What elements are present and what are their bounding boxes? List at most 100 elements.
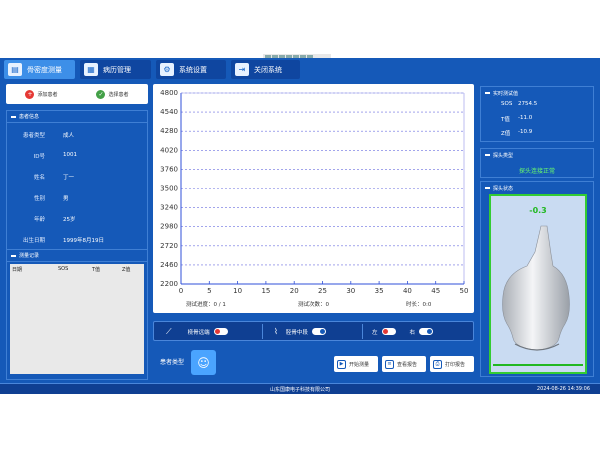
y-tick-label: 2200 (160, 280, 178, 288)
info-label: 出生日期 (22, 238, 45, 244)
y-tick-label: 3240 (160, 204, 178, 212)
y-tick-label: 2460 (160, 261, 178, 269)
info-row-type: 患者类型 成人 (7, 131, 147, 139)
records-table[interactable]: 日期 SOS T值 Z值 (10, 264, 144, 374)
play-icon: ▶ (337, 359, 346, 369)
printer-icon: ⎙ (433, 359, 442, 369)
switch-knob (319, 329, 325, 334)
tab-label: 病历管理 (103, 65, 131, 74)
divider (262, 324, 263, 339)
site-radius-toggle[interactable]: ⟋ 桡骨远端 (166, 326, 228, 337)
select-patient-button[interactable]: ✓ 选择患者 (96, 89, 129, 99)
y-tick-label: 3760 (160, 165, 178, 173)
x-tick-label: 50 (460, 287, 469, 295)
x-tick-label: 20 (290, 287, 299, 295)
header-bar-icon (485, 154, 490, 156)
info-label: ID号 (33, 154, 45, 160)
side-toggle[interactable]: 左 右 (372, 326, 434, 337)
tab-records[interactable]: ▦ 病历管理 (80, 60, 151, 79)
x-tick-label: 35 (375, 287, 384, 295)
site-tibia-toggle[interactable]: ⌇ 胫骨中段 (274, 326, 326, 337)
patient-action-bar: + 添加患者 ✓ 选择患者 (6, 84, 148, 104)
info-value: 25岁 (63, 217, 76, 223)
x-tick-label: 10 (233, 287, 242, 295)
panel-title: 探头类型 (493, 152, 514, 159)
header-bar-icon (485, 92, 490, 94)
panel-header: 患者信息 (7, 111, 147, 123)
info-label: 患者类型 (22, 133, 45, 139)
info-row-name: 姓名 丁一 (7, 173, 147, 181)
live-value: -10.9 (518, 129, 533, 135)
side-right-switch[interactable] (419, 328, 434, 335)
tab-bone-density[interactable]: ▤ 骨密度测量 (4, 60, 75, 79)
panel-title: 探头状态 (493, 185, 514, 192)
y-tick-label: 4800 (160, 89, 178, 97)
x-tick-label: 30 (346, 287, 355, 295)
exit-icon: ⇥ (235, 63, 249, 76)
info-value: 成人 (63, 133, 75, 139)
print-report-button[interactable]: ⎙ 打印报告 (430, 356, 474, 372)
live-label: T值 (501, 117, 510, 123)
tab-exit[interactable]: ⇥ 关闭系统 (231, 60, 300, 79)
probe-view: -0.3 (489, 194, 587, 374)
live-label: SOS (501, 101, 513, 107)
header-bar-icon (11, 254, 16, 257)
switch-knob (382, 329, 388, 334)
probe-status-message: 探头连接正常 (518, 168, 555, 175)
start-label: 开始测量 (349, 361, 370, 368)
left-label: 左 (372, 329, 378, 336)
records-table-header: 日期 SOS T值 Z值 (10, 264, 144, 275)
info-label: 性别 (33, 196, 45, 202)
patient-type-avatar[interactable]: ☺ (191, 350, 216, 375)
right-label: 右 (409, 329, 416, 336)
panel-title: 实时测试值 (493, 90, 519, 97)
x-tick-label: 45 (431, 287, 440, 295)
measurement-chart-panel: 2200 2460 2720 2980 3240 3500 3760 4020 4280 4540… (153, 84, 474, 313)
probe-type-panel: 探头类型 探头连接正常 (480, 148, 594, 178)
bone-density-icon: ▤ (8, 63, 22, 76)
plus-icon: + (25, 89, 35, 99)
tab-label: 关闭系统 (254, 65, 282, 74)
site2-label: 胫骨中段 (285, 329, 308, 336)
info-row-birthdate: 出生日期 1999年8月19日 (7, 236, 147, 244)
y-tick-label: 2720 (160, 242, 178, 250)
measurement-chart: 2200246027202980324035003760402042804540… (160, 89, 469, 295)
site2-switch[interactable] (311, 328, 326, 335)
view-report-button[interactable]: ≡ 查看报告 (382, 356, 426, 372)
live-row-sos: SOS 2754.5 (501, 101, 537, 107)
person-icon: ☺ (197, 355, 210, 370)
info-label: 姓名 (33, 175, 45, 181)
probe-icon (502, 225, 570, 351)
live-row-z: Z值 -10.9 (501, 129, 532, 137)
panel-header: 实时测试值 (481, 87, 593, 99)
info-value: 丁一 (63, 175, 75, 181)
header-bar-icon (11, 115, 16, 118)
add-patient-label: 添加患者 (37, 91, 58, 98)
tibia-bone-icon: ⌇ (274, 327, 278, 336)
panel-header: 探头类型 (481, 149, 593, 161)
live-label: Z值 (501, 131, 511, 137)
side-left-switch[interactable] (381, 328, 396, 335)
start-measure-button[interactable]: ▶ 开始测量 (334, 356, 378, 372)
tab-settings[interactable]: ⚙ 系统设置 (156, 60, 226, 79)
gear-icon: ⚙ (160, 63, 174, 76)
x-tick-label: 0 (179, 287, 183, 295)
column-header: SOS (58, 266, 69, 272)
clipboard-icon: ▦ (84, 63, 98, 76)
live-value: -11.0 (518, 115, 533, 121)
y-tick-label: 4280 (160, 127, 178, 135)
measurement-site-bar: ⟋ 桡骨远端 ⌇ 胫骨中段 左 右 (153, 321, 474, 341)
column-header: 日期 (12, 267, 23, 273)
info-row-id: ID号 1001 (7, 152, 147, 160)
y-tick-label: 2980 (160, 223, 178, 231)
y-tick-label: 4540 (160, 108, 178, 116)
switch-knob (427, 329, 433, 334)
company-name: 山东国康电子科技有限公司 (269, 387, 330, 393)
divider (362, 324, 363, 339)
radius-bone-icon: ⟋ (166, 326, 172, 336)
site1-switch[interactable] (213, 328, 228, 335)
add-patient-button[interactable]: + 添加患者 (25, 89, 58, 99)
column-header: Z值 (122, 267, 131, 273)
switch-knob (214, 329, 220, 334)
info-row-sex: 性别 男 (7, 194, 147, 202)
